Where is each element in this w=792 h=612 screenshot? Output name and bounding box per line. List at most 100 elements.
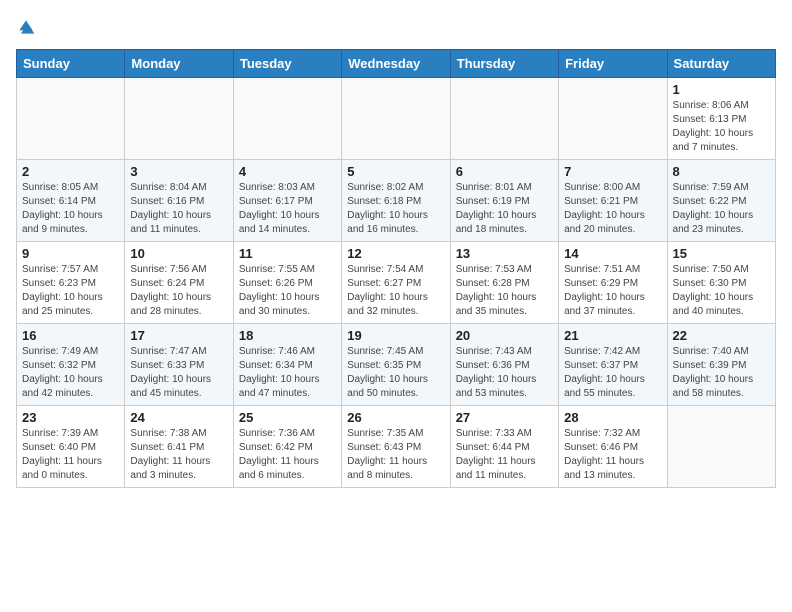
calendar-cell: 21 Sunrise: 7:42 AM Sunset: 6:37 PM Dayli…: [559, 324, 667, 406]
calendar-week-row: 23 Sunrise: 7:39 AM Sunset: 6:40 PM Dayli…: [17, 406, 776, 488]
calendar-cell: 2 Sunrise: 8:05 AM Sunset: 6:14 PM Daylig…: [17, 160, 125, 242]
day-info: Sunrise: 7:57 AM Sunset: 6:23 PM Dayligh…: [22, 263, 119, 319]
day-info: Sunrise: 7:53 AM Sunset: 6:28 PM Dayligh…: [456, 263, 553, 319]
calendar-cell: 3Sunrise: 8:04 AM Sunset: 6:16 PM Daylig…: [125, 160, 233, 242]
calendar-cell: 13 Sunrise: 7:53 AM Sunset: 6:28 PM Dayli…: [450, 242, 558, 324]
column-header-friday: Friday: [559, 50, 667, 78]
day-info: Sunrise: 7:47 AM Sunset: 6:33 PM Dayligh…: [130, 345, 227, 401]
day-number: 9: [22, 246, 119, 261]
column-header-thursday: Thursday: [450, 50, 558, 78]
day-info: Sunrise: 7:36 AM Sunset: 6:42 PM Dayligh…: [239, 427, 336, 483]
calendar-cell: [559, 78, 667, 160]
day-info: Sunrise: 8:00 AM Sunset: 6:21 PM Dayligh…: [564, 181, 661, 237]
calendar-cell: [233, 78, 341, 160]
day-number: 15: [673, 246, 770, 261]
calendar-cell: 11 Sunrise: 7:55 AM Sunset: 6:26 PM Dayli…: [233, 242, 341, 324]
day-number: 7: [564, 164, 661, 179]
calendar-cell: 18Sunrise: 7:46 AM Sunset: 6:34 PM Dayli…: [233, 324, 341, 406]
day-info: Sunrise: 8:05 AM Sunset: 6:14 PM Dayligh…: [22, 181, 119, 237]
day-info: Sunrise: 7:38 AM Sunset: 6:41 PM Dayligh…: [130, 427, 227, 483]
calendar-header-row: SundayMondayTuesdayWednesdayThursdayFrid…: [17, 50, 776, 78]
day-info: Sunrise: 7:33 AM Sunset: 6:44 PM Dayligh…: [456, 427, 553, 483]
calendar-cell: 4 Sunrise: 8:03 AM Sunset: 6:17 PM Daylig…: [233, 160, 341, 242]
calendar-cell: 6Sunrise: 8:01 AM Sunset: 6:19 PM Daylig…: [450, 160, 558, 242]
calendar: SundayMondayTuesdayWednesdayThursdayFrid…: [16, 49, 776, 488]
day-number: 13: [456, 246, 553, 261]
calendar-cell: [125, 78, 233, 160]
calendar-cell: [17, 78, 125, 160]
calendar-week-row: 1 Sunrise: 8:06 AM Sunset: 6:13 PM Daylig…: [17, 78, 776, 160]
calendar-cell: 24 Sunrise: 7:38 AM Sunset: 6:41 PM Dayli…: [125, 406, 233, 488]
column-header-sunday: Sunday: [17, 50, 125, 78]
day-number: 4: [239, 164, 336, 179]
day-number: 26: [347, 410, 444, 425]
day-number: 8: [673, 164, 770, 179]
day-info: Sunrise: 8:06 AM Sunset: 6:13 PM Dayligh…: [673, 99, 770, 155]
day-number: 25: [239, 410, 336, 425]
day-info: Sunrise: 7:42 AM Sunset: 6:37 PM Dayligh…: [564, 345, 661, 401]
calendar-week-row: 16 Sunrise: 7:49 AM Sunset: 6:32 PM Dayli…: [17, 324, 776, 406]
calendar-cell: 23 Sunrise: 7:39 AM Sunset: 6:40 PM Dayli…: [17, 406, 125, 488]
calendar-cell: 1 Sunrise: 8:06 AM Sunset: 6:13 PM Daylig…: [667, 78, 775, 160]
day-number: 14: [564, 246, 661, 261]
day-number: 17: [130, 328, 227, 343]
day-info: Sunrise: 7:45 AM Sunset: 6:35 PM Dayligh…: [347, 345, 444, 401]
column-header-tuesday: Tuesday: [233, 50, 341, 78]
calendar-cell: 26 Sunrise: 7:35 AM Sunset: 6:43 PM Dayli…: [342, 406, 450, 488]
calendar-cell: 27 Sunrise: 7:33 AM Sunset: 6:44 PM Dayli…: [450, 406, 558, 488]
calendar-cell: 7 Sunrise: 8:00 AM Sunset: 6:21 PM Daylig…: [559, 160, 667, 242]
calendar-cell: 20 Sunrise: 7:43 AM Sunset: 6:36 PM Dayli…: [450, 324, 558, 406]
page-header: [16, 16, 776, 41]
day-info: Sunrise: 7:59 AM Sunset: 6:22 PM Dayligh…: [673, 181, 770, 237]
calendar-cell: 19 Sunrise: 7:45 AM Sunset: 6:35 PM Dayli…: [342, 324, 450, 406]
calendar-cell: 22Sunrise: 7:40 AM Sunset: 6:39 PM Dayli…: [667, 324, 775, 406]
calendar-cell: [667, 406, 775, 488]
day-info: Sunrise: 7:51 AM Sunset: 6:29 PM Dayligh…: [564, 263, 661, 319]
day-number: 12: [347, 246, 444, 261]
day-info: Sunrise: 8:02 AM Sunset: 6:18 PM Dayligh…: [347, 181, 444, 237]
calendar-week-row: 9 Sunrise: 7:57 AM Sunset: 6:23 PM Daylig…: [17, 242, 776, 324]
day-info: Sunrise: 7:46 AM Sunset: 6:34 PM Dayligh…: [239, 345, 336, 401]
day-info: Sunrise: 7:49 AM Sunset: 6:32 PM Dayligh…: [22, 345, 119, 401]
day-info: Sunrise: 7:35 AM Sunset: 6:43 PM Dayligh…: [347, 427, 444, 483]
column-header-monday: Monday: [125, 50, 233, 78]
day-info: Sunrise: 7:32 AM Sunset: 6:46 PM Dayligh…: [564, 427, 661, 483]
day-number: 27: [456, 410, 553, 425]
calendar-cell: 10 Sunrise: 7:56 AM Sunset: 6:24 PM Dayli…: [125, 242, 233, 324]
calendar-cell: 8 Sunrise: 7:59 AM Sunset: 6:22 PM Daylig…: [667, 160, 775, 242]
day-info: Sunrise: 8:04 AM Sunset: 6:16 PM Dayligh…: [130, 181, 227, 237]
column-header-wednesday: Wednesday: [342, 50, 450, 78]
logo-text: [16, 16, 38, 41]
day-info: Sunrise: 8:03 AM Sunset: 6:17 PM Dayligh…: [239, 181, 336, 237]
day-info: Sunrise: 7:56 AM Sunset: 6:24 PM Dayligh…: [130, 263, 227, 319]
day-number: 10: [130, 246, 227, 261]
day-info: Sunrise: 7:50 AM Sunset: 6:30 PM Dayligh…: [673, 263, 770, 319]
calendar-cell: 15 Sunrise: 7:50 AM Sunset: 6:30 PM Dayli…: [667, 242, 775, 324]
day-number: 16: [22, 328, 119, 343]
calendar-cell: 16 Sunrise: 7:49 AM Sunset: 6:32 PM Dayli…: [17, 324, 125, 406]
logo: [16, 16, 38, 41]
day-number: 2: [22, 164, 119, 179]
calendar-cell: 17 Sunrise: 7:47 AM Sunset: 6:33 PM Dayli…: [125, 324, 233, 406]
calendar-cell: 5 Sunrise: 8:02 AM Sunset: 6:18 PM Daylig…: [342, 160, 450, 242]
day-info: Sunrise: 7:54 AM Sunset: 6:27 PM Dayligh…: [347, 263, 444, 319]
day-number: 11: [239, 246, 336, 261]
day-number: 28: [564, 410, 661, 425]
calendar-cell: 14 Sunrise: 7:51 AM Sunset: 6:29 PM Dayli…: [559, 242, 667, 324]
day-info: Sunrise: 7:55 AM Sunset: 6:26 PM Dayligh…: [239, 263, 336, 319]
day-number: 5: [347, 164, 444, 179]
calendar-cell: 12 Sunrise: 7:54 AM Sunset: 6:27 PM Dayli…: [342, 242, 450, 324]
day-info: Sunrise: 8:01 AM Sunset: 6:19 PM Dayligh…: [456, 181, 553, 237]
calendar-cell: [342, 78, 450, 160]
calendar-cell: [450, 78, 558, 160]
day-number: 21: [564, 328, 661, 343]
day-info: Sunrise: 7:40 AM Sunset: 6:39 PM Dayligh…: [673, 345, 770, 401]
day-number: 23: [22, 410, 119, 425]
day-info: Sunrise: 7:43 AM Sunset: 6:36 PM Dayligh…: [456, 345, 553, 401]
day-number: 19: [347, 328, 444, 343]
day-number: 20: [456, 328, 553, 343]
day-info: Sunrise: 7:39 AM Sunset: 6:40 PM Dayligh…: [22, 427, 119, 483]
day-number: 1: [673, 82, 770, 97]
day-number: 24: [130, 410, 227, 425]
column-header-saturday: Saturday: [667, 50, 775, 78]
